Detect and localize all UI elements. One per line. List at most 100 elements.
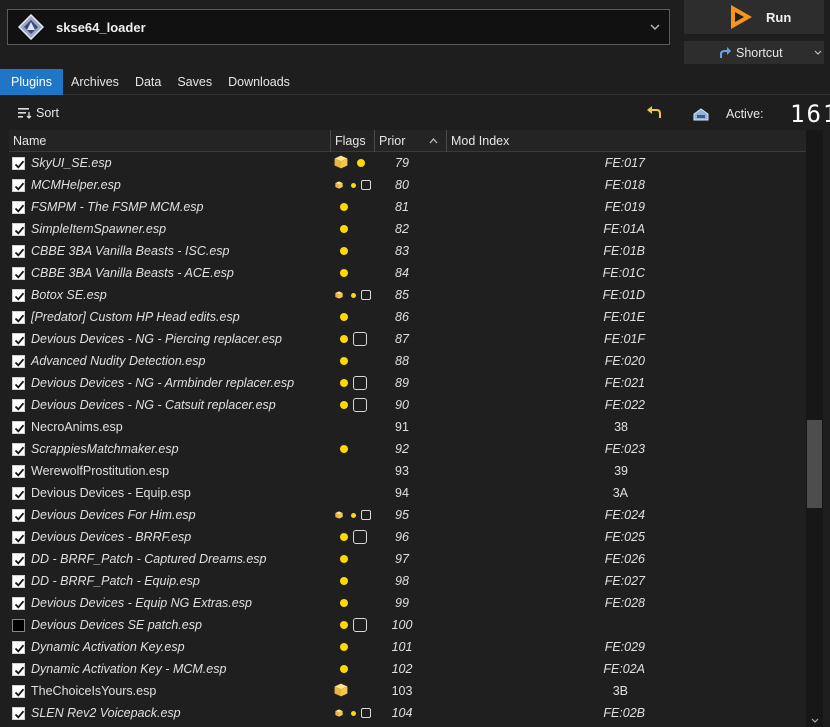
plugin-mod-index: FE:01C: [602, 266, 645, 280]
vertical-scrollbar[interactable]: [806, 130, 823, 727]
column-header-priority[interactable]: Prior: [375, 130, 447, 152]
plugin-list-header: Name Flags Prior Mod Index: [9, 130, 806, 152]
plugin-enabled-checkbox[interactable]: [12, 266, 25, 280]
backup-icon[interactable]: [692, 106, 710, 122]
plugin-row[interactable]: Devious Devices - NG - Catsuit replacer.…: [9, 394, 806, 416]
chevron-down-icon[interactable]: [814, 50, 822, 55]
plugin-row[interactable]: MCMHelper.esp 80 FE:018: [9, 174, 806, 196]
plugin-row[interactable]: Devious Devices - NG - Armbinder replace…: [9, 372, 806, 394]
tab-archives[interactable]: Archives: [63, 69, 127, 95]
plugin-enabled-checkbox[interactable]: [12, 376, 25, 390]
plugin-row[interactable]: Devious Devices - BRRF.esp 96 FE:025: [9, 526, 806, 548]
shortcut-button[interactable]: Shortcut: [684, 41, 824, 64]
flag-dot-icon: [351, 292, 356, 298]
plugin-enabled-checkbox[interactable]: [12, 640, 25, 654]
flag-dot-icon: [340, 445, 348, 453]
plugin-row[interactable]: Dynamic Activation Key - MCM.esp 102 FE:02…: [9, 658, 806, 680]
plugin-row[interactable]: SimpleItemSpawner.esp 82 FE:01A: [9, 218, 806, 240]
plugin-enabled-checkbox[interactable]: [12, 288, 25, 302]
sort-button[interactable]: Sort: [18, 106, 59, 120]
plugin-enabled-checkbox[interactable]: [12, 398, 25, 412]
plugin-enabled-checkbox[interactable]: [12, 222, 25, 236]
plugin-flags-cell: [331, 394, 375, 416]
flag-dot-icon: [340, 203, 348, 211]
plugin-enabled-checkbox[interactable]: [12, 420, 25, 434]
plugin-name: NecroAnims.esp: [31, 420, 123, 434]
column-header-flags[interactable]: Flags: [331, 130, 375, 152]
plugin-flags-cell: [331, 218, 375, 240]
plugin-row[interactable]: ScrappiesMatchmaker.esp 92 FE:023: [9, 438, 806, 460]
plugin-enabled-checkbox[interactable]: [12, 596, 25, 610]
plugin-row[interactable]: Botox SE.esp 85 FE:01D: [9, 284, 806, 306]
plugin-mod-index: FE:021: [604, 376, 645, 390]
plugin-name-cell: SkyUI_SE.esp: [9, 152, 331, 174]
plugin-enabled-checkbox[interactable]: [12, 354, 25, 368]
plugin-row[interactable]: NecroAnims.esp 91 38: [9, 416, 806, 438]
plugin-row[interactable]: Devious Devices SE patch.esp 100: [9, 614, 806, 636]
plugin-enabled-checkbox[interactable]: [12, 486, 25, 500]
plugin-enabled-checkbox[interactable]: [12, 662, 25, 676]
plugin-enabled-checkbox[interactable]: [12, 244, 25, 258]
plugin-enabled-checkbox[interactable]: [12, 200, 25, 214]
tab-data[interactable]: Data: [127, 69, 169, 95]
plugin-enabled-checkbox[interactable]: [12, 178, 25, 192]
plugin-row[interactable]: Devious Devices - Equip.esp 94 3A: [9, 482, 806, 504]
flag-box-icon: [361, 510, 371, 520]
flag-dot-icon: [340, 269, 348, 277]
flag-dot-icon: [340, 357, 348, 365]
scrollbar-thumb[interactable]: [807, 420, 822, 508]
chevron-down-icon[interactable]: [645, 24, 665, 30]
plugin-enabled-checkbox[interactable]: [12, 310, 25, 324]
plugin-enabled-checkbox[interactable]: [12, 508, 25, 522]
plugin-priority: 96: [395, 530, 409, 544]
plugin-row[interactable]: Dynamic Activation Key.esp 101 FE:029: [9, 636, 806, 658]
plugin-enabled-checkbox[interactable]: [12, 552, 25, 566]
plugin-enabled-checkbox[interactable]: [12, 442, 25, 456]
plugin-priority: 88: [395, 354, 409, 368]
plugin-enabled-checkbox[interactable]: [12, 706, 25, 720]
tab-saves[interactable]: Saves: [169, 69, 220, 95]
active-count: 161: [790, 100, 830, 128]
plugin-name: Devious Devices SE patch.esp: [31, 618, 202, 632]
flag-dot-icon: [340, 313, 348, 321]
plugin-enabled-checkbox[interactable]: [12, 530, 25, 544]
run-button[interactable]: Run: [684, 0, 824, 34]
plugin-row[interactable]: SLEN Rev2 Voicepack.esp 104 FE:02B: [9, 702, 806, 724]
plugin-row[interactable]: FSMPM - The FSMP MCM.esp 81 FE:019: [9, 196, 806, 218]
plugin-enabled-checkbox[interactable]: [12, 332, 25, 346]
plugin-row[interactable]: CBBE 3BA Vanilla Beasts - ACE.esp 84 FE:01…: [9, 262, 806, 284]
plugin-row[interactable]: Devious Devices - Equip NG Extras.esp 99 F…: [9, 592, 806, 614]
scroll-down-icon[interactable]: [811, 718, 819, 723]
plugin-priority: 89: [395, 376, 409, 390]
plugin-priority: 79: [395, 156, 409, 170]
plugin-row[interactable]: Devious Devices - NG - Piercing replacer…: [9, 328, 806, 350]
plugin-priority: 80: [395, 178, 409, 192]
plugin-flags-cell: [331, 240, 375, 262]
executable-selector[interactable]: skse64_loader: [7, 9, 670, 45]
plugin-enabled-checkbox[interactable]: [12, 684, 25, 698]
plugin-row[interactable]: SkyUI_SE.esp 79 FE:017: [9, 152, 806, 174]
plugin-row[interactable]: Advanced Nudity Detection.esp 88 FE:020: [9, 350, 806, 372]
plugin-flags-cell: [331, 636, 375, 658]
plugin-name-cell: MCMHelper.esp: [9, 174, 331, 196]
plugin-enabled-checkbox[interactable]: [12, 464, 25, 478]
plugin-enabled-checkbox[interactable]: [12, 574, 25, 588]
plugin-name-cell: DD - BRRF_Patch - Equip.esp: [9, 570, 331, 592]
plugin-row[interactable]: CBBE 3BA Vanilla Beasts - ISC.esp 83 FE:01…: [9, 240, 806, 262]
tab-downloads[interactable]: Downloads: [220, 69, 298, 95]
plugin-row[interactable]: WerewolfProstitution.esp 93 39: [9, 460, 806, 482]
plugin-priority: 104: [391, 706, 413, 720]
plugin-row[interactable]: [Predator] Custom HP Head edits.esp 86 FE:…: [9, 306, 806, 328]
plugin-row[interactable]: TheChoiceIsYours.esp 103 3B: [9, 680, 806, 702]
column-header-name[interactable]: Name: [9, 130, 331, 152]
tab-plugins[interactable]: Plugins: [0, 69, 63, 95]
flag-dot-icon: [351, 182, 356, 188]
column-header-mod-index[interactable]: Mod Index: [447, 130, 806, 152]
plugin-row[interactable]: DD - BRRF_Patch - Captured Dreams.esp 97 F…: [9, 548, 806, 570]
plugin-row[interactable]: Devious Devices For Him.esp 95 FE:024: [9, 504, 806, 526]
plugin-enabled-checkbox[interactable]: [12, 156, 25, 170]
undo-icon[interactable]: [646, 106, 662, 120]
plugin-enabled-checkbox[interactable]: [12, 618, 25, 632]
plugin-row[interactable]: DD - BRRF_Patch - Equip.esp 98 FE:027: [9, 570, 806, 592]
plugin-priority: 100: [391, 618, 413, 632]
